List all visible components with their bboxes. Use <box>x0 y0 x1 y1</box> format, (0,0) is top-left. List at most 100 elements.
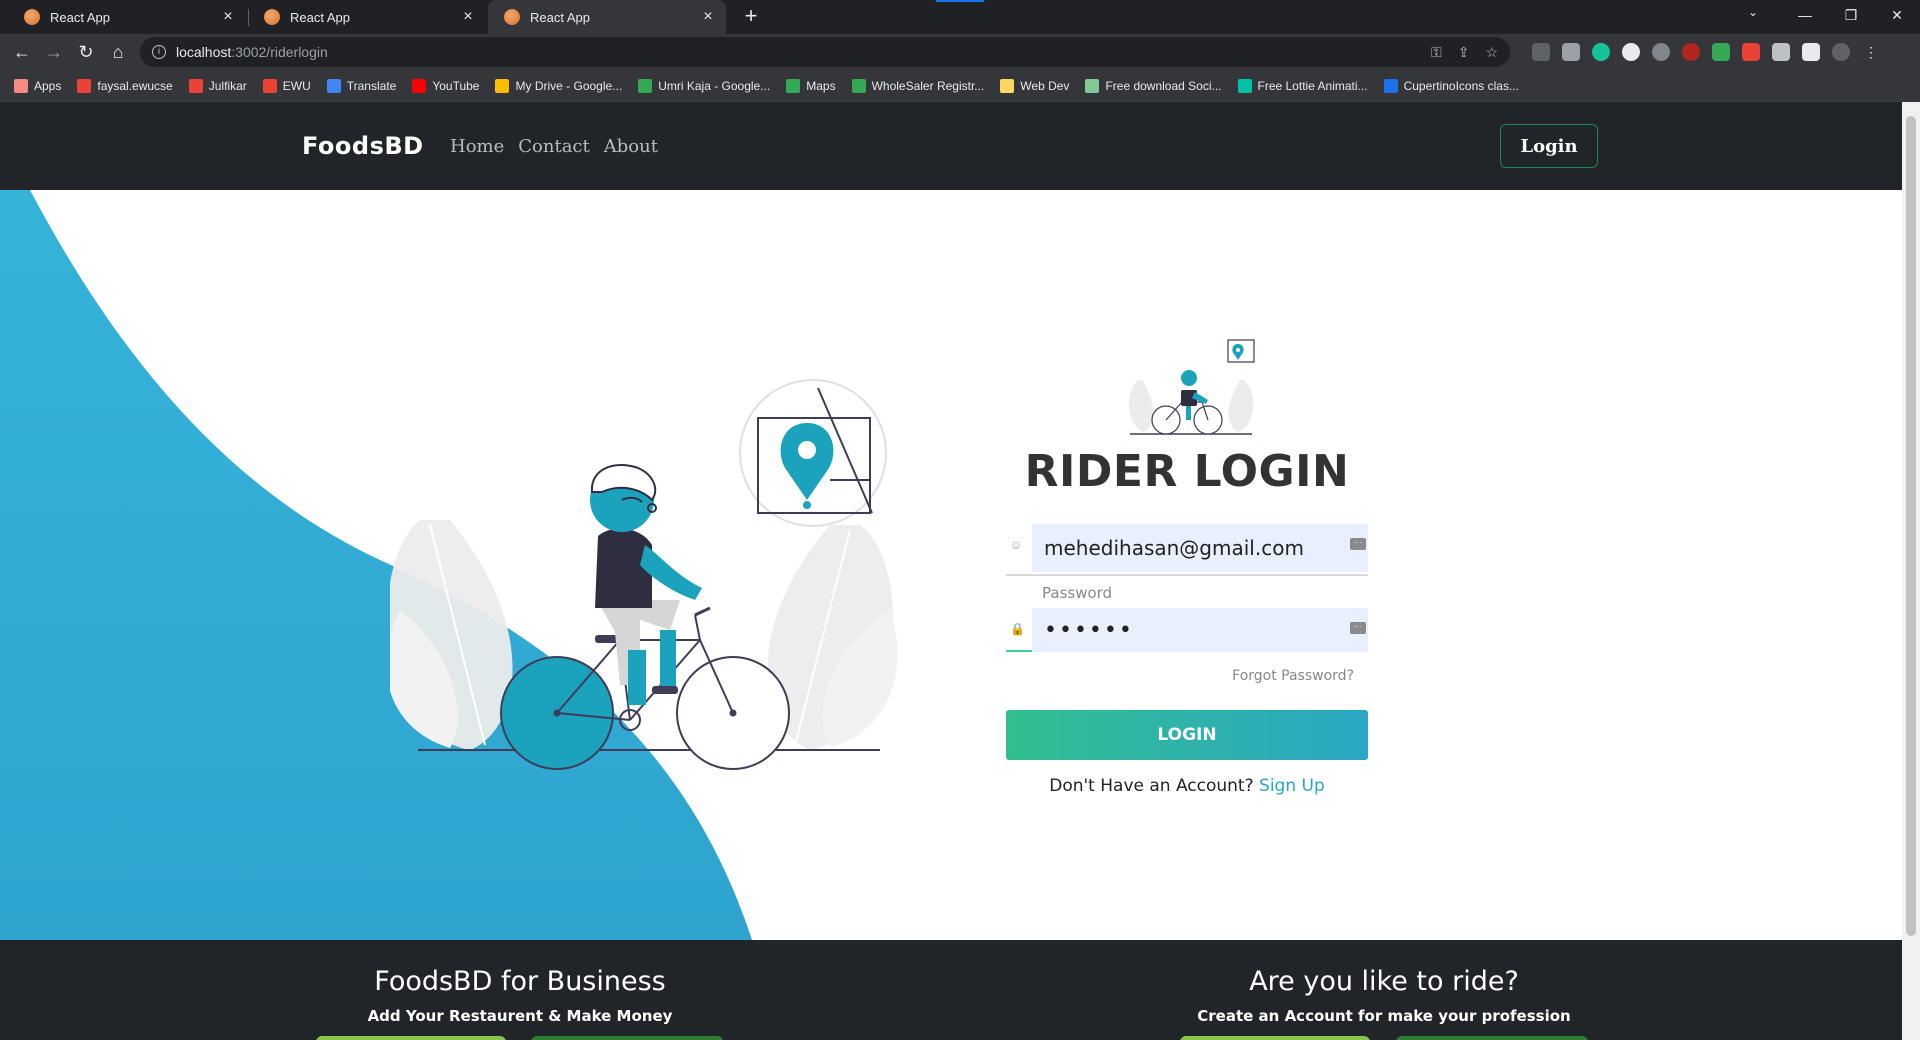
bookmark-item[interactable]: WholeSaler Registr... <box>851 78 984 93</box>
close-window-icon[interactable]: ✕ <box>1874 0 1920 30</box>
pen-extension-icon[interactable] <box>1562 43 1580 61</box>
lock-icon: 🔒 <box>1010 622 1025 636</box>
bookmark-item[interactable]: Web Dev <box>1000 78 1070 93</box>
restore-icon[interactable]: ❐ <box>1828 0 1874 30</box>
extension-icon[interactable] <box>1532 43 1550 61</box>
bookmark-favicon-icon <box>412 78 427 93</box>
bookmarks-bar: Apps faysal.ewucse Julfikar EWU Translate You… <box>0 70 1920 102</box>
close-tab-icon[interactable]: × <box>700 8 716 26</box>
site-info-icon[interactable]: i <box>152 45 166 59</box>
business-subtitle: Add Your Restaurent & Make Money <box>367 1007 673 1025</box>
rider-illustration <box>390 379 898 770</box>
bookmark-item[interactable]: Maps <box>786 78 836 93</box>
bookmark-label: Free download Soci... <box>1105 78 1222 93</box>
bookmark-item[interactable]: Umri Kaja - Google... <box>638 78 771 93</box>
bookmark-favicon-icon <box>262 78 277 93</box>
navbar-login-button[interactable]: Login <box>1500 124 1598 168</box>
page-scrollbar[interactable] <box>1902 102 1920 1040</box>
home-icon[interactable]: ⌂ <box>104 38 132 66</box>
bookmark-label: Julfikar <box>208 78 247 93</box>
clock-extension-icon[interactable] <box>1622 43 1640 61</box>
cloud-extension-icon[interactable] <box>1652 43 1670 61</box>
grammarly-icon[interactable] <box>1592 43 1610 61</box>
bookmark-favicon-icon <box>326 78 341 93</box>
red-extension-icon[interactable] <box>1742 43 1760 61</box>
browser-tab-1[interactable]: React App × <box>8 0 246 34</box>
password-field: Password 🔒 ··· <box>1006 584 1368 652</box>
bookmark-favicon-icon <box>77 78 92 93</box>
footer-ride-column: Are you like to ride? Create an Account … <box>1134 966 1634 1025</box>
menu-dots-icon[interactable]: ⋮ <box>1862 43 1880 61</box>
bookmark-item[interactable]: Free Lottie Animati... <box>1237 78 1368 93</box>
nav-link-home[interactable]: Home <box>450 136 504 157</box>
key-icon[interactable]: ⚿ <box>1431 44 1442 61</box>
no-account-text: Don't Have an Account? <box>1049 776 1254 796</box>
ublock-icon[interactable] <box>1682 43 1700 61</box>
bookmark-item[interactable]: Free download Soci... <box>1085 78 1222 93</box>
bookmark-favicon-icon <box>638 78 653 93</box>
sign-up-link[interactable]: Sign Up <box>1259 776 1325 796</box>
blue-wave-background <box>0 190 752 940</box>
browser-tab-3-active[interactable]: React App × <box>488 0 726 34</box>
bookmark-item[interactable]: Translate <box>326 78 396 93</box>
tab-strip-indicator <box>936 0 984 2</box>
bookmark-favicon-icon <box>1383 78 1398 93</box>
bookmark-item[interactable]: My Drive - Google... <box>495 78 622 93</box>
email-input[interactable] <box>1032 524 1368 572</box>
new-tab-button[interactable]: + <box>738 4 764 30</box>
bookmark-favicon-icon <box>786 78 801 93</box>
bookmark-item[interactable]: Apps <box>14 78 62 93</box>
forgot-password-link[interactable]: Forgot Password? <box>1232 668 1354 684</box>
bookmark-label: Apps <box>34 78 62 93</box>
url-host: localhost <box>176 44 232 60</box>
forward-arrow-icon[interactable]: → <box>40 38 68 66</box>
tab-search-chevron-icon[interactable]: ⌄ <box>1748 5 1758 19</box>
business-login-button[interactable] <box>531 1036 723 1040</box>
side-panel-icon[interactable] <box>1802 43 1820 61</box>
rider-signup-button[interactable] <box>1180 1036 1370 1040</box>
react-favicon-icon <box>24 9 40 25</box>
browser-tab-2[interactable]: React App × <box>248 0 486 34</box>
bookmark-item[interactable]: YouTube <box>412 78 479 93</box>
bookmark-label: Umri Kaja - Google... <box>658 78 771 93</box>
star-bookmark-icon[interactable]: ☆ <box>1485 44 1498 61</box>
footer-business-column: FoodsBD for Business Add Your Restaurent… <box>270 966 770 1025</box>
tab-title: React App <box>290 9 350 25</box>
share-icon[interactable]: ⇪ <box>1458 44 1470 61</box>
bookmark-label: faysal.ewucse <box>97 78 173 93</box>
rider-login-button[interactable] <box>1396 1036 1588 1040</box>
login-submit-button[interactable]: LOGIN <box>1006 710 1368 760</box>
minimize-icon[interactable]: — <box>1782 0 1828 30</box>
bookmark-item[interactable]: CupertinoIcons clas... <box>1383 78 1519 93</box>
bookmark-favicon-icon <box>495 78 510 93</box>
profile-avatar[interactable] <box>1832 43 1850 61</box>
bookmark-item[interactable]: faysal.ewucse <box>77 78 173 93</box>
nav-link-contact[interactable]: Contact <box>518 136 589 157</box>
bookmark-label: Web Dev <box>1020 78 1070 93</box>
close-tab-icon[interactable]: × <box>220 8 236 26</box>
url-path: :3002/riderlogin <box>231 44 328 60</box>
react-favicon-icon <box>504 9 520 25</box>
puzzle-icon[interactable] <box>1772 43 1790 61</box>
reload-icon[interactable]: ↻ <box>72 38 100 66</box>
business-signup-button[interactable] <box>316 1036 506 1040</box>
bookmark-label: EWU <box>282 78 311 93</box>
ride-title: Are you like to ride? <box>1249 966 1519 997</box>
back-arrow-icon[interactable]: ← <box>8 38 36 66</box>
business-title: FoodsBD for Business <box>374 966 666 997</box>
nav-link-about[interactable]: About <box>604 136 658 157</box>
address-bar[interactable]: i localhost:3002/riderlogin ⚿ ⇪ ☆ <box>140 37 1510 67</box>
bookmark-item[interactable]: Julfikar <box>188 78 247 93</box>
scrollbar-thumb[interactable] <box>1906 116 1916 936</box>
browser-tab-strip: React App × React App × React App × + ⌄ … <box>0 0 1920 34</box>
brand-logo[interactable]: FoodsBD <box>302 132 424 160</box>
tab-title: React App <box>530 9 590 25</box>
password-input[interactable] <box>1032 608 1368 652</box>
bookmark-label: CupertinoIcons clas... <box>1403 78 1519 93</box>
bookmark-item[interactable]: EWU <box>262 78 311 93</box>
close-tab-icon[interactable]: × <box>460 8 476 26</box>
tab-title: React App <box>50 9 110 25</box>
autofill-key-icon[interactable]: ··· <box>1350 538 1366 550</box>
shield-extension-icon[interactable] <box>1712 43 1730 61</box>
autofill-key-icon[interactable]: ··· <box>1350 622 1366 634</box>
